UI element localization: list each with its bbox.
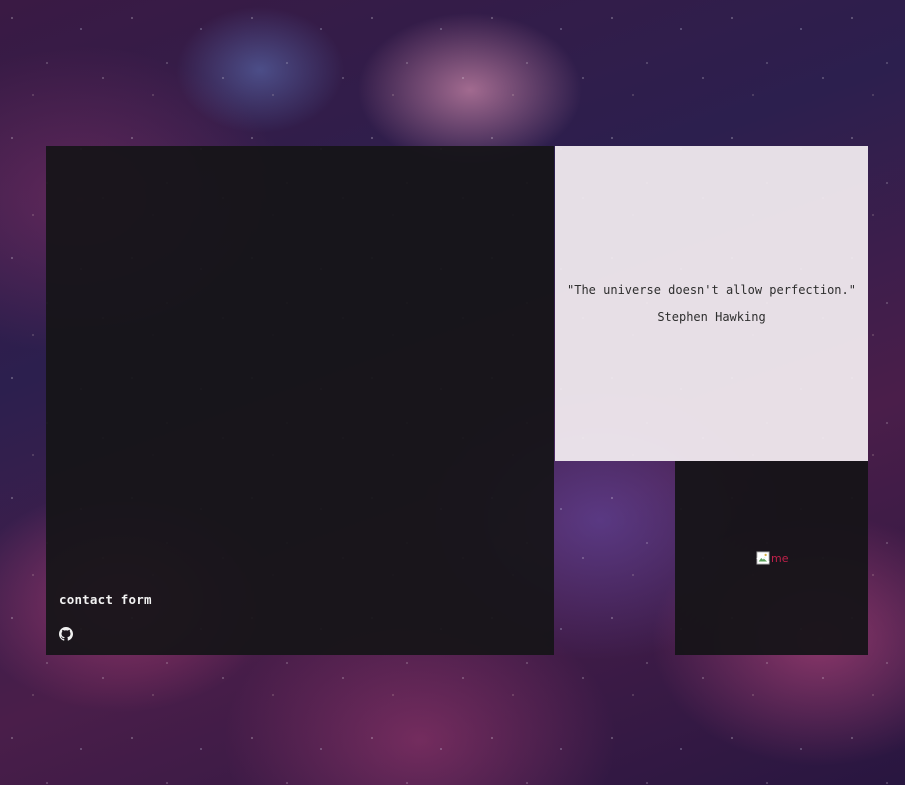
photo-panel: me (675, 461, 868, 655)
broken-image-icon (756, 551, 770, 565)
contact-panel: contact form (46, 146, 554, 655)
contact-form-link[interactable]: contact form (59, 592, 152, 607)
quote-author: Stephen Hawking (657, 310, 766, 324)
profile-image: me (756, 551, 788, 565)
github-icon[interactable] (59, 626, 73, 641)
profile-image-alt-text: me (771, 551, 789, 565)
quote-text: "The universe doesn't allow perfection." (567, 283, 856, 297)
quote-panel: "The universe doesn't allow perfection."… (555, 146, 868, 461)
